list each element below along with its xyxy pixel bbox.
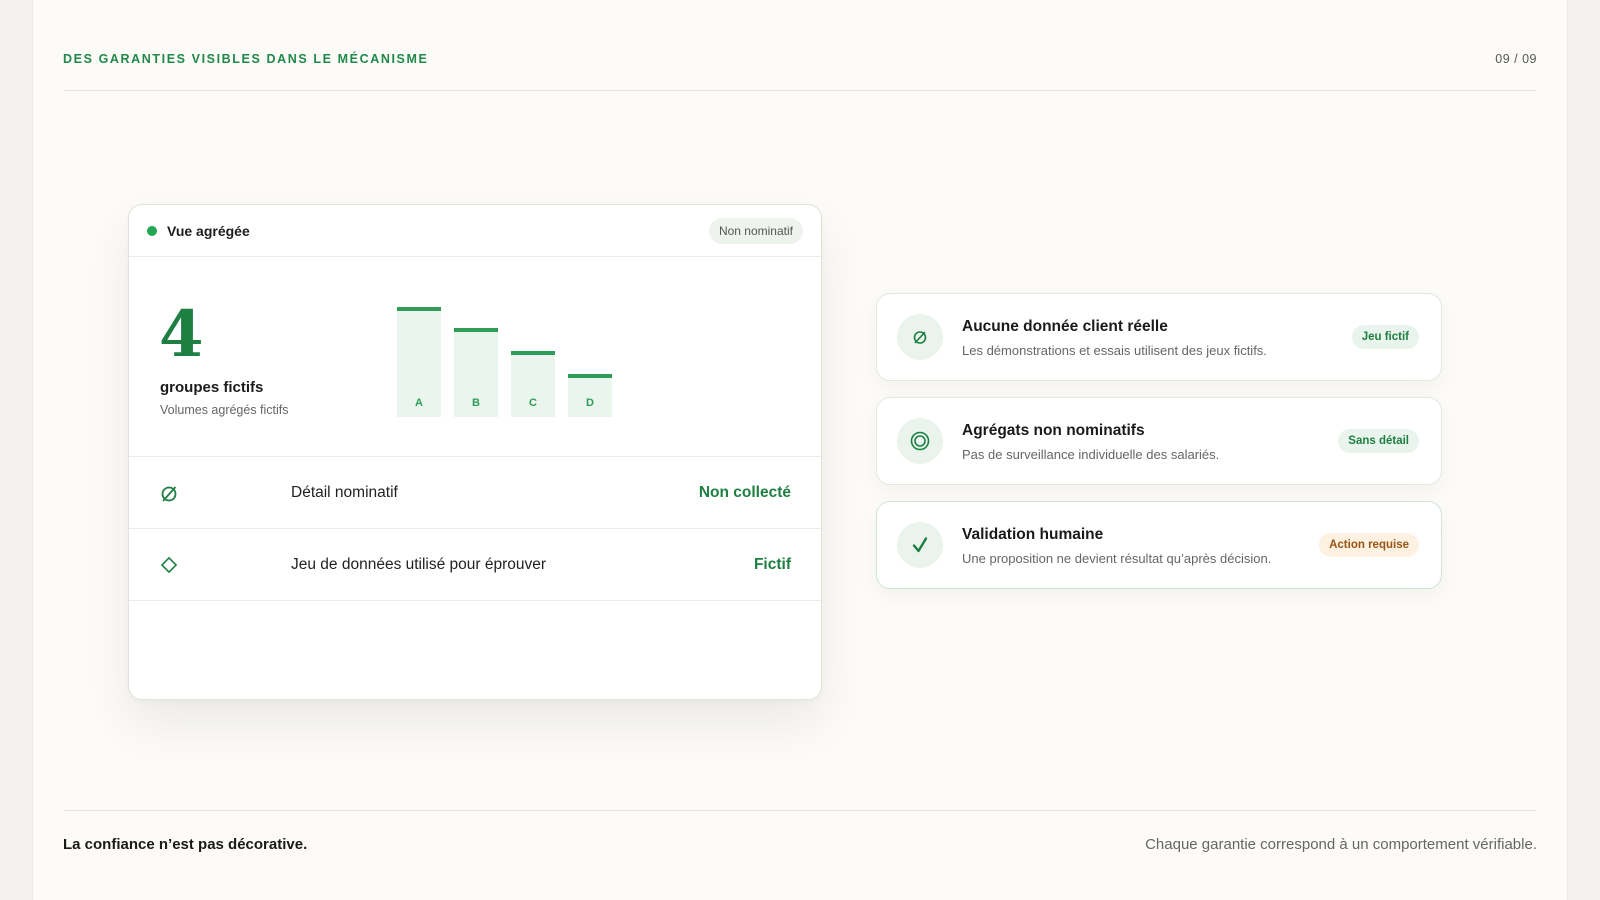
card-tag: Sans détail bbox=[1338, 429, 1419, 453]
panel-row-dataset: Jeu de données utilisé pour éprouver Fic… bbox=[129, 529, 821, 601]
footer-divider bbox=[63, 810, 1537, 811]
diamond-icon bbox=[160, 556, 178, 573]
footer: La confiance n’est pas décorative. Chaqu… bbox=[63, 836, 1537, 853]
card-icon-wrap bbox=[897, 314, 943, 360]
guarantee-card-aggregates: Agrégats non nominatifs Pas de surveilla… bbox=[876, 397, 1442, 485]
panel-row-nominative-detail: Détail nominatif Non collecté bbox=[129, 457, 821, 529]
panel-title: Vue agrégée bbox=[147, 223, 250, 239]
footer-statement: La confiance n’est pas décorative. bbox=[63, 836, 308, 853]
page-number: 09 / 09 bbox=[1495, 52, 1537, 66]
guarantee-card-no-client-data: Aucune donnée client réelle Les démonstr… bbox=[876, 293, 1442, 381]
card-description: Une proposition ne devient résultat qu’a… bbox=[962, 551, 1272, 566]
stat-label: groupes fictifs bbox=[160, 379, 264, 396]
stat-value: 4 bbox=[159, 297, 204, 372]
card-title: Validation humaine bbox=[962, 526, 1104, 543]
row-label: Jeu de données utilisé pour éprouver bbox=[291, 555, 547, 573]
chart-bar-b: B bbox=[454, 328, 498, 417]
aggregated-view-panel: Vue agrégée Non nominatif 4 groupes fict… bbox=[128, 204, 822, 700]
section-kicker: DES GARANTIES VISIBLES DANS LE MÉCANISME bbox=[63, 52, 429, 66]
stat-zone: 4 groupes fictifs Volumes agrégés fictif… bbox=[129, 257, 821, 457]
concentric-circle-icon bbox=[910, 431, 930, 451]
row-value: Non collecté bbox=[698, 483, 791, 501]
row-label: Détail nominatif bbox=[291, 483, 398, 501]
chart-bar-label: A bbox=[415, 397, 423, 409]
card-icon-wrap bbox=[897, 418, 943, 464]
footer-note: Chaque garantie correspond à un comporte… bbox=[1145, 836, 1537, 853]
panel-header: Vue agrégée Non nominatif bbox=[129, 205, 821, 257]
chart-bar-label: D bbox=[586, 397, 594, 409]
chart-bar-label: B bbox=[472, 397, 480, 409]
header-divider bbox=[63, 90, 1537, 91]
row-value: Fictif bbox=[753, 555, 791, 573]
card-tag: Jeu fictif bbox=[1351, 325, 1419, 349]
chart-bar-label: C bbox=[529, 397, 537, 409]
empty-set-icon bbox=[913, 331, 927, 344]
checkmark-icon bbox=[912, 537, 928, 553]
non-nominative-badge: Non nominatif bbox=[708, 217, 803, 244]
chart-bar-a: A bbox=[397, 307, 441, 417]
card-title: Aucune donnée client réelle bbox=[962, 318, 1168, 335]
guarantee-card-human-validation: Validation humaine Une proposition ne de… bbox=[876, 501, 1442, 589]
header: DES GARANTIES VISIBLES DANS LE MÉCANISME… bbox=[63, 52, 1537, 66]
card-title: Agrégats non nominatifs bbox=[962, 422, 1145, 439]
chart-bar-c: C bbox=[511, 351, 555, 417]
group-volume-chart: A B C D bbox=[397, 257, 627, 417]
card-icon-wrap bbox=[897, 522, 943, 568]
stat-sublabel: Volumes agrégés fictifs bbox=[160, 403, 289, 417]
card-description: Les démonstrations et essais utilisent d… bbox=[962, 343, 1267, 358]
card-description: Pas de surveillance individuelle des sal… bbox=[962, 447, 1220, 462]
slide: DES GARANTIES VISIBLES DANS LE MÉCANISME… bbox=[32, 0, 1568, 900]
panel-title-text: Vue agrégée bbox=[167, 222, 250, 239]
chart-bar-d: D bbox=[568, 374, 612, 417]
status-dot-icon bbox=[147, 225, 157, 236]
empty-set-icon bbox=[161, 485, 177, 502]
card-tag: Action requise bbox=[1319, 533, 1419, 557]
